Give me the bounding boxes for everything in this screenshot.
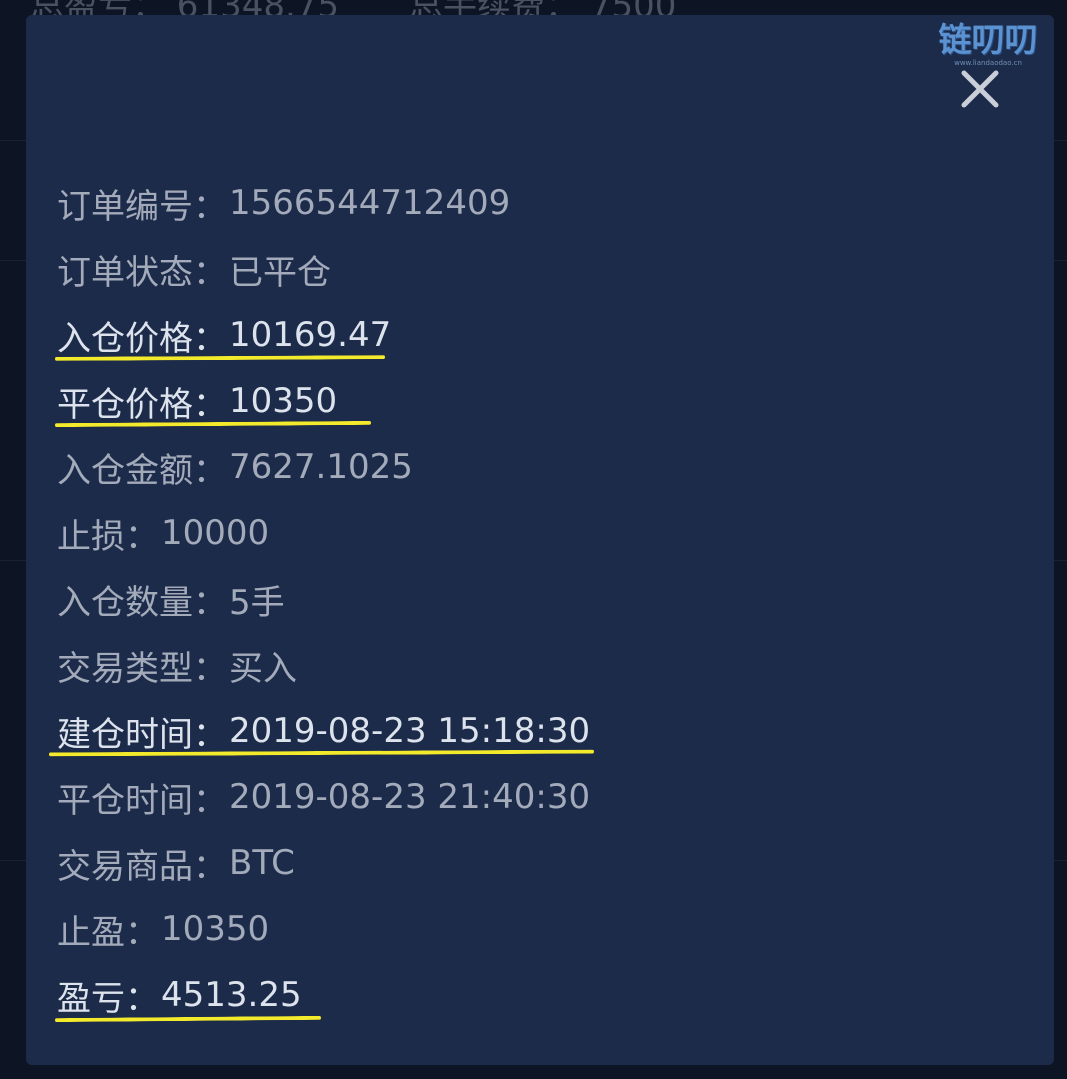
field-value: 已平仓 bbox=[229, 252, 331, 293]
field-label: 平仓价格 bbox=[57, 384, 193, 425]
field-label: 入仓数量 bbox=[57, 582, 193, 623]
field-separator: ： bbox=[125, 912, 159, 953]
field-separator: ： bbox=[193, 450, 227, 491]
field-label: 止盈 bbox=[57, 912, 125, 953]
field-open-time: 建仓时间： 2019-08-23 15:18:30 bbox=[48, 698, 595, 764]
field-trade-type: 交易类型：买入 bbox=[57, 632, 590, 698]
field-separator: ： bbox=[193, 252, 227, 293]
field-value: 2019-08-23 21:40:30 bbox=[229, 777, 591, 817]
field-value: BTC bbox=[229, 843, 295, 883]
field-take-profit: 止盈： 10350 bbox=[57, 896, 590, 962]
field-entry-quantity: 入仓数量： 5手 bbox=[57, 566, 590, 632]
highlight-underline bbox=[54, 355, 386, 361]
watermark-logo-text: 链叨叨 bbox=[938, 20, 1038, 59]
field-value: 2019-08-23 15:18:30 bbox=[229, 711, 591, 751]
field-value: 买入 bbox=[229, 648, 297, 689]
field-close-time: 平仓时间： 2019-08-23 21:40:30 bbox=[57, 764, 590, 830]
field-separator: ： bbox=[193, 318, 227, 359]
field-value: 1566544712409 bbox=[229, 183, 511, 223]
field-label: 交易类型 bbox=[57, 648, 193, 689]
field-trade-product: 交易商品： BTC bbox=[57, 830, 590, 896]
field-close-price: 平仓价格： 10350 bbox=[54, 368, 590, 434]
field-label: 盈亏 bbox=[57, 978, 125, 1019]
field-separator: ： bbox=[193, 186, 227, 227]
field-label: 止损 bbox=[57, 516, 125, 557]
field-separator: ： bbox=[125, 516, 159, 557]
field-stop-loss: 止损： 10000 bbox=[57, 500, 590, 566]
field-entry-price: 入仓价格： 10169.47 bbox=[54, 302, 590, 368]
field-separator: ： bbox=[193, 714, 227, 755]
field-label: 建仓时间 bbox=[57, 714, 193, 755]
field-label: 订单状态 bbox=[57, 252, 193, 293]
field-label: 交易商品 bbox=[57, 846, 193, 887]
order-fields-list: 订单编号： 1566544712409 订单状态：已平仓 入仓价格： 10169.4… bbox=[48, 170, 595, 1028]
field-value: 4513.25 bbox=[161, 975, 302, 1015]
field-value: 10350 bbox=[161, 909, 270, 949]
field-separator: ： bbox=[193, 780, 227, 821]
highlight-underline bbox=[54, 420, 372, 428]
field-order-status: 订单状态：已平仓 bbox=[57, 236, 590, 302]
field-label: 订单编号 bbox=[57, 186, 193, 227]
field-value: 5手 bbox=[229, 582, 285, 623]
field-separator: ： bbox=[193, 384, 227, 425]
field-label: 平仓时间 bbox=[57, 780, 193, 821]
field-value: 7627.1025 bbox=[229, 447, 413, 487]
close-button[interactable] bbox=[956, 65, 1004, 113]
field-value: 10350 bbox=[229, 381, 338, 421]
field-label: 入仓金额 bbox=[57, 450, 193, 491]
field-separator: ： bbox=[193, 582, 227, 623]
field-value: 10000 bbox=[161, 513, 270, 553]
field-separator: ： bbox=[193, 648, 227, 689]
field-entry-amount: 入仓金额： 7627.1025 bbox=[57, 434, 590, 500]
field-label: 入仓价格 bbox=[57, 318, 193, 359]
order-detail-dialog: 链叨叨 www.liandaodao.cn 订单编号： 1566544712409… bbox=[26, 15, 1054, 1065]
field-value: 10169.47 bbox=[229, 315, 392, 355]
field-profit-loss: 盈亏： 4513.25 bbox=[54, 962, 590, 1028]
close-icon bbox=[961, 70, 999, 108]
field-order-number: 订单编号： 1566544712409 bbox=[57, 170, 590, 236]
field-separator: ： bbox=[193, 846, 227, 887]
field-separator: ： bbox=[125, 978, 159, 1019]
